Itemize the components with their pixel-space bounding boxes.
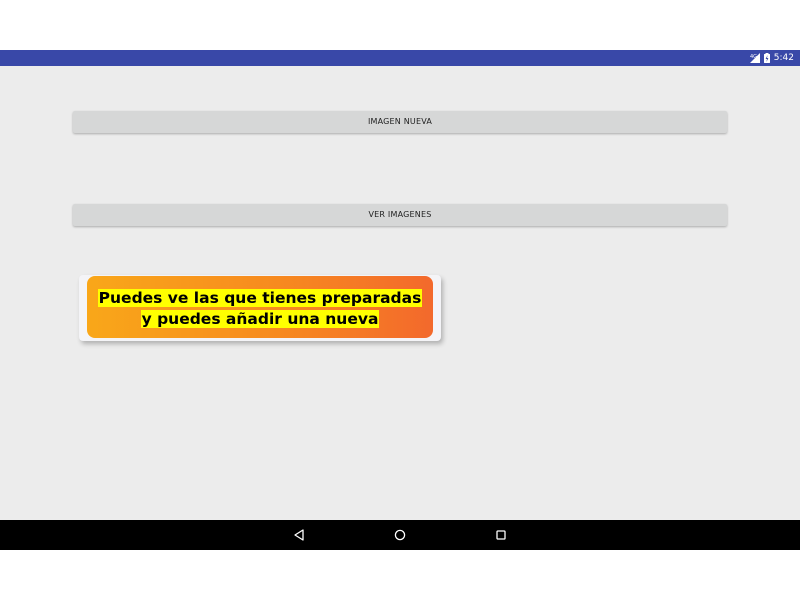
info-message: Puedes ve las que tienes preparadas y pu…: [87, 288, 433, 330]
view-images-button[interactable]: VER IMAGENES: [73, 204, 727, 226]
navigation-bar: [0, 520, 800, 550]
recents-icon[interactable]: [493, 527, 509, 543]
new-image-button[interactable]: IMAGEN NUEVA: [73, 111, 727, 133]
svg-text:4G: 4G: [750, 54, 757, 60]
info-card: Puedes ve las que tienes preparadas y pu…: [79, 275, 441, 341]
back-icon[interactable]: [291, 527, 307, 543]
status-icons: 4G 5:42: [749, 52, 794, 64]
info-banner: Puedes ve las que tienes preparadas y pu…: [87, 276, 433, 338]
status-bar: 4G 5:42: [0, 50, 800, 66]
home-icon[interactable]: [392, 527, 408, 543]
battery-icon: [763, 53, 770, 63]
status-time: 5:42: [773, 53, 794, 63]
info-line-1: Puedes ve las que tienes preparadas: [97, 289, 423, 307]
app-screen: 4G 5:42 IMAGEN NUEVA VER IMAGENES Puedes…: [0, 50, 800, 550]
info-line-2: y puedes añadir una nueva: [140, 310, 380, 328]
signal-icon: 4G: [749, 53, 760, 63]
